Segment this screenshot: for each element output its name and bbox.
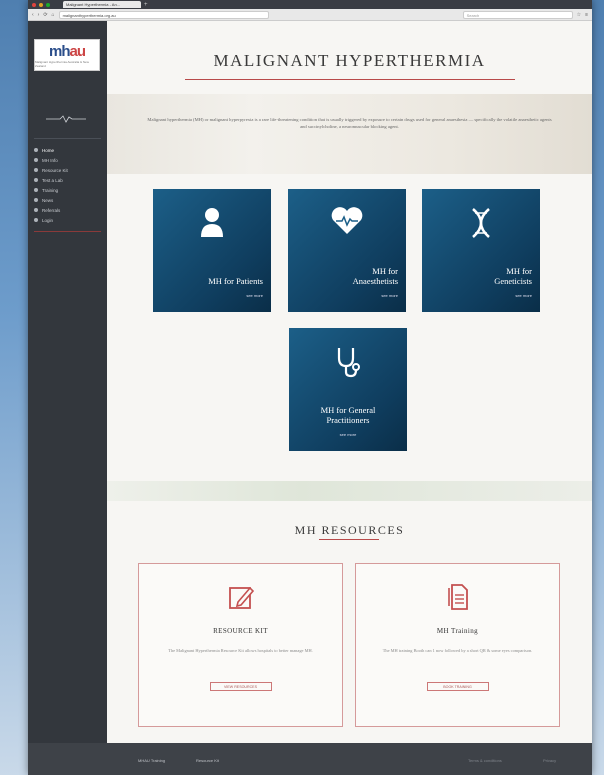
footer-link-training[interactable]: MHAU Training xyxy=(138,758,165,763)
browser-toolbar: ‹ › ⟳ ⌂ malignanthyperthermia.org.au Sea… xyxy=(28,9,592,21)
home-icon xyxy=(34,148,38,152)
footer-link-terms[interactable]: Terms & conditions xyxy=(468,758,502,763)
sidebar-item-login[interactable]: Login xyxy=(34,215,107,225)
close-window-icon[interactable] xyxy=(32,2,36,7)
heartbeat-icon xyxy=(46,115,86,123)
news-icon xyxy=(34,198,38,202)
reload-icon[interactable]: ⟳ xyxy=(43,12,47,18)
sidebar-item-referrals[interactable]: Referrals xyxy=(34,205,107,215)
tab-bar: Malignant Hyperthermia - An... + xyxy=(28,0,592,9)
resource-card-kit: RESOURCE KIT The Malignant Hyperthermia … xyxy=(138,563,343,727)
person-icon xyxy=(153,207,271,242)
resources-title: MH RESOURCES xyxy=(294,523,405,537)
see-more-link[interactable]: see more xyxy=(381,293,398,298)
intro-text: Malignant hyperthermia (MH) or malignant… xyxy=(107,94,592,174)
info-icon xyxy=(34,158,38,162)
see-more-link[interactable]: see more xyxy=(289,432,407,437)
lab-icon xyxy=(34,178,38,182)
document-icon xyxy=(356,582,559,617)
maximize-window-icon[interactable] xyxy=(46,2,50,7)
card-label: MH for Patients xyxy=(208,276,263,286)
sidebar-item-news[interactable]: News xyxy=(34,195,107,205)
sidebar: mhau Malignant Hyperthermia Australia & … xyxy=(28,21,107,743)
resource-card-training: MH Training The MH training Booth can 1 … xyxy=(355,563,560,727)
forward-icon[interactable]: › xyxy=(38,12,40,18)
stethoscope-icon xyxy=(289,346,407,383)
sidebar-item-home[interactable]: Home xyxy=(34,145,107,155)
bookmark-icon[interactable]: ☆ xyxy=(577,12,581,18)
footer-link-privacy[interactable]: Privacy xyxy=(543,758,556,763)
sidebar-accent-line xyxy=(34,231,101,232)
training-icon xyxy=(34,188,38,192)
sidebar-item-test-lab[interactable]: Test a Lab xyxy=(34,175,107,185)
decorative-band xyxy=(107,481,592,501)
card-label: MH for Geneticists xyxy=(494,266,532,286)
sidebar-item-mh-info[interactable]: MH Info xyxy=(34,155,107,165)
footer: MHAU Training Resource Kit Terms & condi… xyxy=(28,743,592,775)
resource-title: RESOURCE KIT xyxy=(213,627,268,635)
resource-title: MH Training xyxy=(436,627,479,635)
search-input[interactable]: Search xyxy=(462,10,573,19)
browser-window: Malignant Hyperthermia - An... + ‹ › ⟳ ⌂… xyxy=(28,0,592,775)
browser-tab[interactable]: Malignant Hyperthermia - An... xyxy=(63,1,141,8)
card-label: MH for General Practitioners xyxy=(320,405,376,425)
see-more-link[interactable]: see more xyxy=(246,293,263,298)
back-icon[interactable]: ‹ xyxy=(32,12,34,18)
new-tab-button[interactable]: + xyxy=(144,2,148,8)
resource-text: The MH training Booth can 1 now followed… xyxy=(382,648,533,653)
dna-icon xyxy=(422,207,540,244)
minimize-window-icon[interactable] xyxy=(39,2,43,7)
main-content: MALIGNANT HYPERTHERMIA Malignant hyperth… xyxy=(107,21,592,743)
site-logo[interactable]: mhau Malignant Hyperthermia Australia & … xyxy=(34,39,100,71)
card-patients[interactable]: MH for Patients see more xyxy=(153,189,271,312)
book-training-button[interactable]: BOOK TRAINING xyxy=(426,682,489,691)
login-icon xyxy=(34,218,38,222)
heart-pulse-icon xyxy=(288,207,406,240)
sidebar-divider xyxy=(34,138,101,139)
page-title: MALIGNANT HYPERTHERMIA xyxy=(213,51,486,70)
edit-icon xyxy=(139,582,342,617)
view-resources-button[interactable]: VIEW RESOURCES xyxy=(209,682,272,691)
see-more-link[interactable]: see more xyxy=(515,293,532,298)
card-anaesthetists[interactable]: MH for Anaesthetists see more xyxy=(288,189,406,312)
sidebar-item-training[interactable]: Training xyxy=(34,185,107,195)
card-general-practitioners[interactable]: MH for General Practitioners see more xyxy=(289,328,407,451)
resource-text: The Malignant Hyperthermia Resource Kit … xyxy=(168,648,313,653)
kit-icon xyxy=(34,168,38,172)
menu-icon[interactable]: ≡ xyxy=(585,12,588,18)
home-icon[interactable]: ⌂ xyxy=(52,12,55,18)
sidebar-nav: Home MH Info Resource Kit Test a Lab Tra… xyxy=(28,145,107,225)
address-bar[interactable]: malignanthyperthermia.org.au xyxy=(58,10,269,19)
footer-link-resource-kit[interactable]: Resource Kit xyxy=(196,758,219,763)
title-underline xyxy=(184,79,515,80)
resources-underline xyxy=(319,539,379,540)
referral-icon xyxy=(34,208,38,212)
card-label: MH for Anaesthetists xyxy=(352,266,398,286)
sidebar-item-resource-kit[interactable]: Resource Kit xyxy=(34,165,107,175)
card-geneticists[interactable]: MH for Geneticists see more xyxy=(422,189,540,312)
